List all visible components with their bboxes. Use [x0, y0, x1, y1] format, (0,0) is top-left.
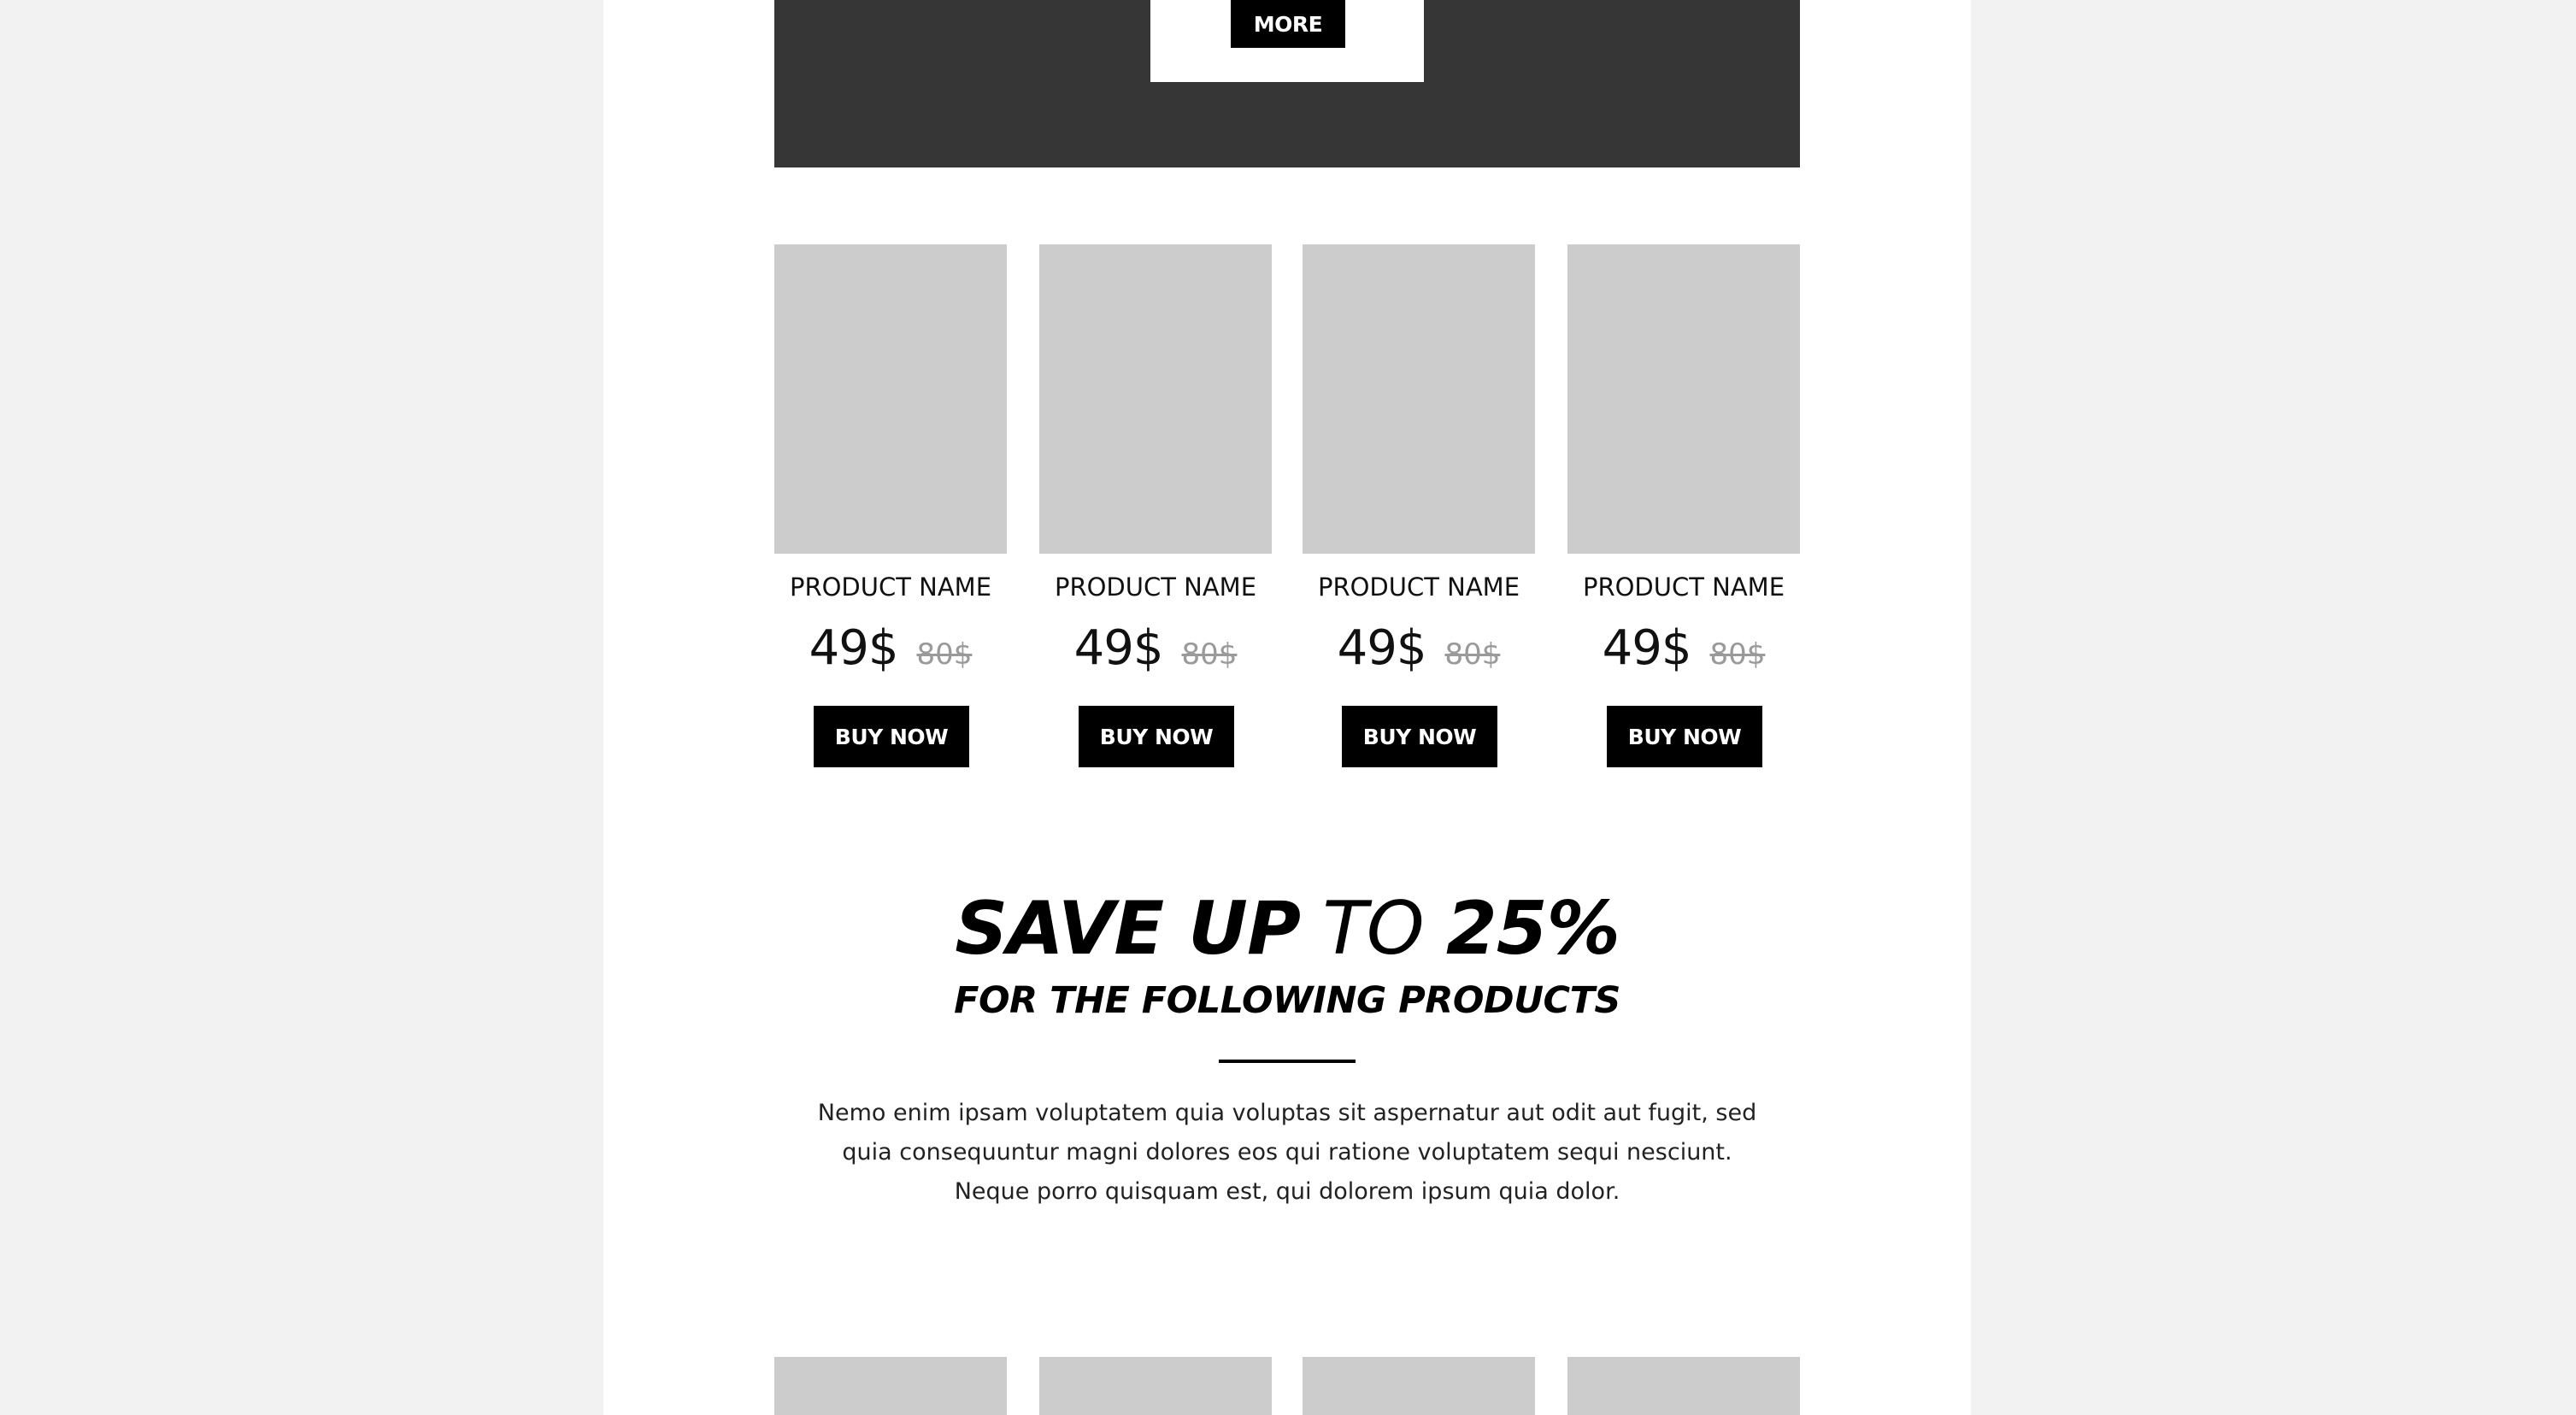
price-row: 49$ 80$	[1039, 620, 1272, 676]
promo-body-text: Nemo enim ipsam voluptatem quia voluptas…	[817, 1100, 1757, 1205]
product-price: 49$	[1337, 620, 1427, 676]
divider	[1219, 1060, 1356, 1063]
email-container: MORE PRODUCT NAME 49$ 80$ BUY NOW PRODUC…	[603, 0, 1971, 1415]
buy-now-button[interactable]: BUY NOW	[1079, 706, 1234, 767]
product-old-price: 80$	[1444, 637, 1501, 672]
promo-headline-part2: TO	[1322, 886, 1424, 972]
product-image[interactable]	[774, 244, 1007, 554]
product-old-price: 80$	[1709, 637, 1766, 672]
hero-banner: MORE	[774, 0, 1800, 167]
buy-now-button[interactable]: BUY NOW	[814, 706, 969, 767]
promo-headline-part1: SAVE UP	[955, 886, 1301, 972]
price-row: 49$ 80$	[774, 620, 1007, 676]
product-old-price: 80$	[916, 637, 973, 672]
product-old-price: 80$	[1181, 637, 1238, 672]
product-name: PRODUCT NAME	[1582, 572, 1785, 602]
product-image[interactable]	[1567, 244, 1800, 554]
product-image[interactable]	[1039, 244, 1272, 554]
price-row: 49$ 80$	[1303, 620, 1535, 676]
more-button[interactable]: MORE	[1231, 0, 1345, 48]
product-image[interactable]	[774, 1357, 1007, 1415]
promo-subheadline: FOR THE FOLLOWING PRODUCTS	[954, 979, 1620, 1022]
promo-headline-part3: 25%	[1445, 886, 1620, 972]
product-image[interactable]	[1303, 244, 1535, 554]
product-name: PRODUCT NAME	[1317, 572, 1520, 602]
product-name: PRODUCT NAME	[1054, 572, 1257, 602]
product-price: 49$	[1602, 620, 1692, 676]
buy-now-button[interactable]: BUY NOW	[1342, 706, 1497, 767]
product-image[interactable]	[1039, 1357, 1272, 1415]
product-price: 49$	[809, 620, 899, 676]
product-price: 49$	[1073, 620, 1164, 676]
buy-now-button[interactable]: BUY NOW	[1607, 706, 1762, 767]
product-image[interactable]	[1303, 1357, 1535, 1415]
hero-card: MORE	[1150, 0, 1424, 82]
promo-headline: SAVE UP TO 25%	[603, 882, 1971, 976]
price-row: 49$ 80$	[1567, 620, 1800, 676]
product-name: PRODUCT NAME	[789, 572, 992, 602]
product-image[interactable]	[1567, 1357, 1800, 1415]
